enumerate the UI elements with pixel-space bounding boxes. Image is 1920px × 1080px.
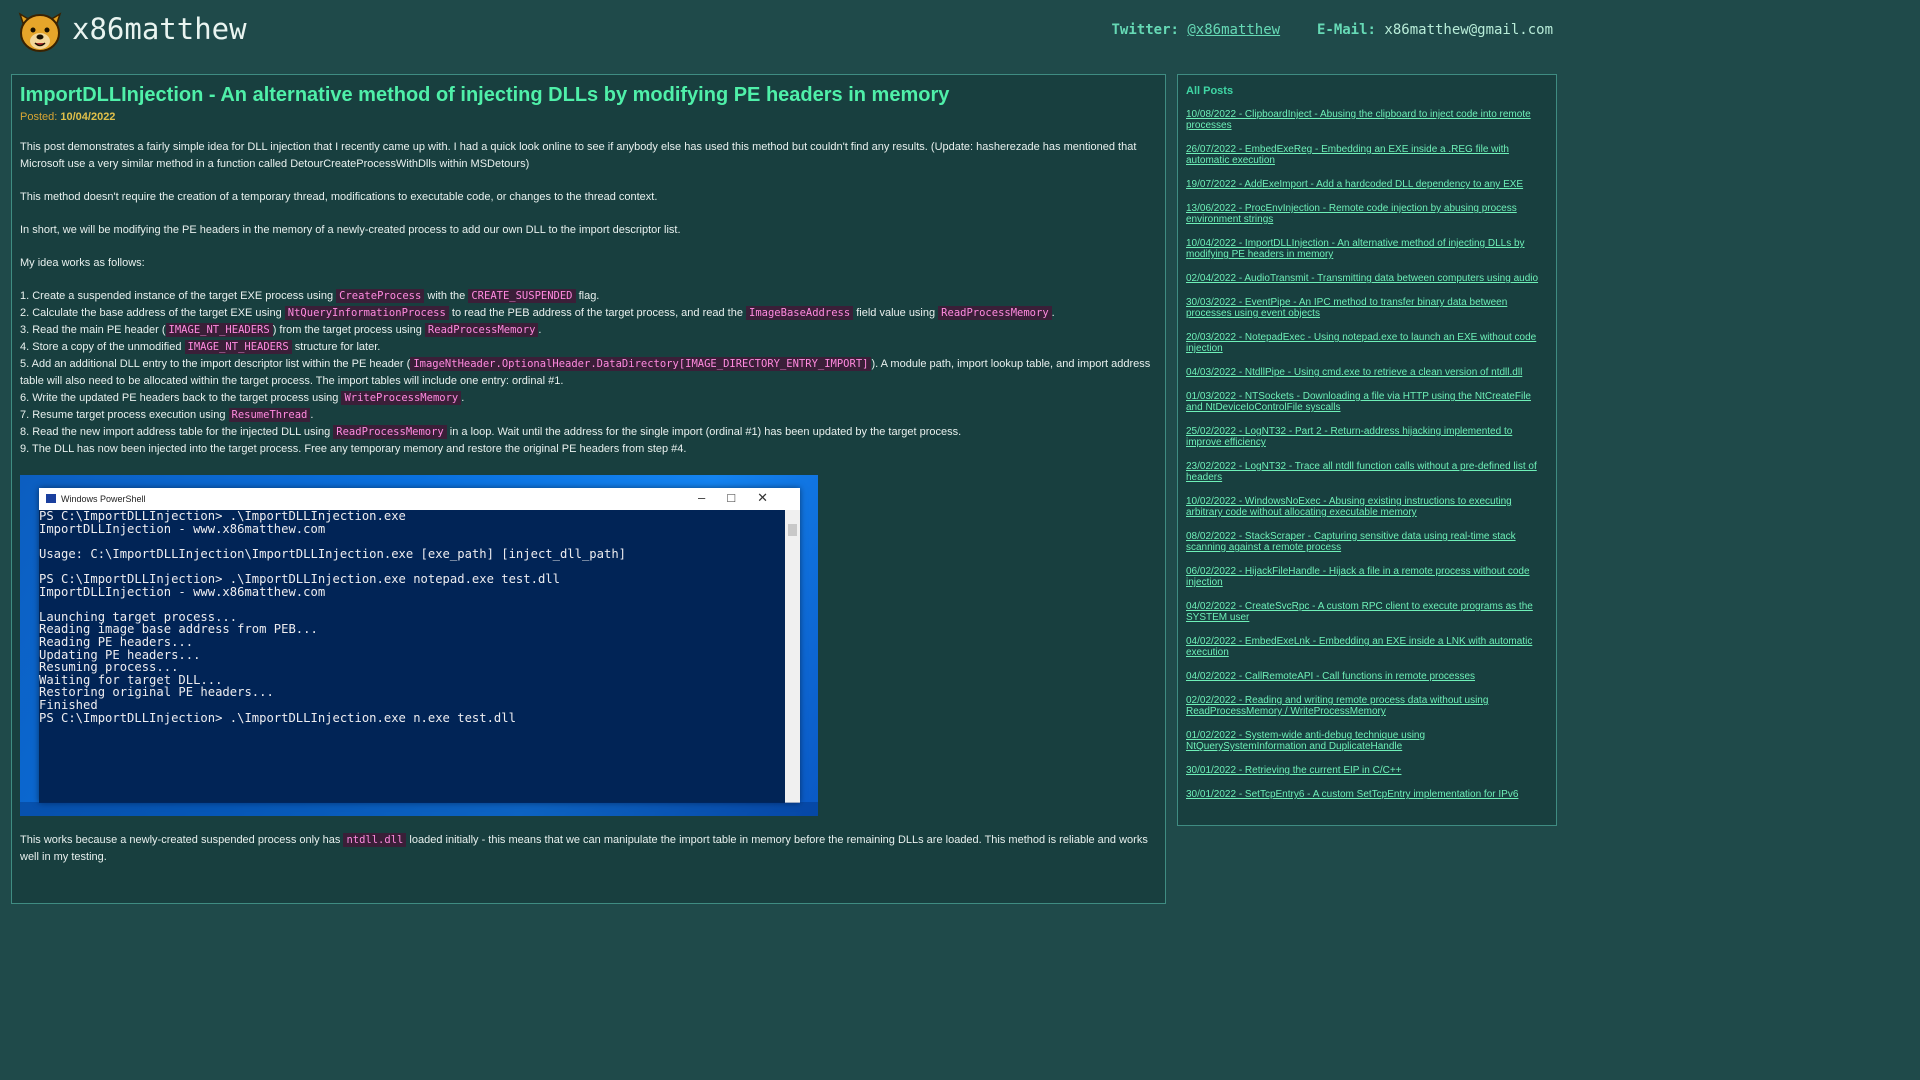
post-link[interactable]: 19/07/2022 - AddExeImport - Add a hardco… xyxy=(1186,179,1523,190)
post-link[interactable]: 08/02/2022 - StackScraper - Capturing se… xyxy=(1186,531,1516,553)
all-posts-sidebar: All Posts 10/08/2022 - ClipboardInject -… xyxy=(1177,74,1557,826)
site-header: x86matthew Twitter: @x86matthew E-Mail: … xyxy=(0,0,1568,64)
post-link[interactable]: 01/02/2022 - System-wide anti-debug tech… xyxy=(1186,730,1425,752)
step-item: 8. Read the new import address table for… xyxy=(20,425,962,439)
post-link[interactable]: 23/02/2022 - LogNT32 - Trace all ntdll f… xyxy=(1186,461,1537,483)
powershell-screenshot: Windows PowerShell –□✕ PS C:\ImportDLLIn… xyxy=(20,475,818,816)
post-link[interactable]: 10/02/2022 - WindowsNoExec - Abusing exi… xyxy=(1186,496,1512,518)
bear-logo-icon[interactable] xyxy=(16,8,64,54)
post-link[interactable]: 30/01/2022 - Retrieving the current EIP … xyxy=(1186,765,1402,776)
powershell-window: Windows PowerShell –□✕ PS C:\ImportDLLIn… xyxy=(39,488,800,803)
post-link[interactable]: 10/04/2022 - ImportDLLInjection - An alt… xyxy=(1186,238,1525,260)
post-list: 10/08/2022 - ClipboardInject - Abusing t… xyxy=(1186,109,1548,800)
step-item: 6. Write the updated PE headers back to … xyxy=(20,391,465,405)
intro-paragraph: This post demonstrates a fairly simple i… xyxy=(20,141,1137,170)
paragraph-3: In short, we will be modifying the PE he… xyxy=(20,224,681,236)
email-address: x86matthew@gmail.com xyxy=(1384,22,1553,38)
step-item: 2. Calculate the base address of the tar… xyxy=(20,306,1055,320)
paragraph-2: This method doesn't require the creation… xyxy=(20,191,658,203)
console-output: PS C:\ImportDLLInjection> .\ImportDLLInj… xyxy=(39,510,785,803)
post-link[interactable]: 04/03/2022 - NtdllPipe - Using cmd.exe t… xyxy=(1186,367,1522,378)
post-link[interactable]: 20/03/2022 - NotepadExec - Using notepad… xyxy=(1186,332,1536,354)
site-title[interactable]: x86matthew xyxy=(72,12,247,46)
post-link[interactable]: 04/02/2022 - EmbedExeLnk - Embedding an … xyxy=(1186,636,1532,658)
window-titlebar: Windows PowerShell –□✕ xyxy=(39,488,800,510)
step-item: 4. Store a copy of the unmodified IMAGE_… xyxy=(20,340,381,354)
post-link[interactable]: 02/04/2022 - AudioTransmit - Transmittin… xyxy=(1186,273,1538,284)
powershell-icon xyxy=(46,494,56,503)
post-link[interactable]: 04/02/2022 - CallRemoteAPI - Call functi… xyxy=(1186,671,1475,682)
step-item: 7. Resume target process execution using… xyxy=(20,408,314,422)
post-title: ImportDLLInjection - An alternative meth… xyxy=(20,84,950,106)
post-link[interactable]: 04/02/2022 - CreateSvcRpc - A custom RPC… xyxy=(1186,601,1533,623)
email-label: E-Mail: xyxy=(1316,22,1376,38)
console-scrollbar xyxy=(785,510,800,803)
post-link[interactable]: 26/07/2022 - EmbedExeReg - Embedding an … xyxy=(1186,144,1509,166)
post-link[interactable]: 02/02/2022 - Reading and writing remote … xyxy=(1186,695,1488,717)
step-item: 1. Create a suspended instance of the ta… xyxy=(20,289,600,303)
paragraph-5: This works because a newly-created suspe… xyxy=(20,833,1148,863)
post-link[interactable]: 13/06/2022 - ProcEnvInjection - Remote c… xyxy=(1186,203,1517,225)
window-controls: –□✕ xyxy=(698,490,790,505)
post-link[interactable]: 06/02/2022 - HijackFileHandle - Hijack a… xyxy=(1186,566,1530,588)
paragraph-4: My idea works as follows: xyxy=(20,257,145,269)
twitter-label: Twitter: xyxy=(1111,22,1179,38)
post-link[interactable]: 25/02/2022 - LogNT32 - Part 2 - Return-a… xyxy=(1186,426,1512,448)
posted-date: 10/04/2022 xyxy=(60,111,116,123)
post-date: Posted: 10/04/2022 xyxy=(20,111,1157,123)
twitter-link[interactable]: @x86matthew xyxy=(1187,22,1280,38)
post-link[interactable]: 10/08/2022 - ClipboardInject - Abusing t… xyxy=(1186,109,1531,131)
step-item: 9. The DLL has now been injected into th… xyxy=(20,443,687,455)
sidebar-title: All Posts xyxy=(1186,85,1234,97)
window-title: Windows PowerShell xyxy=(61,494,146,504)
post-link[interactable]: 30/03/2022 - EventPipe - An IPC method t… xyxy=(1186,297,1507,319)
article-panel: ImportDLLInjection - An alternative meth… xyxy=(11,74,1166,904)
posted-label: Posted: xyxy=(20,111,58,123)
post-link[interactable]: 30/01/2022 - SetTcpEntry6 - A custom Set… xyxy=(1186,789,1518,800)
step-item: 5. Add an additional DLL entry to the im… xyxy=(20,357,1151,387)
post-link[interactable]: 01/03/2022 - NTSockets - Downloading a f… xyxy=(1186,391,1531,413)
step-item: 3. Read the main PE header (IMAGE_NT_HEA… xyxy=(20,323,542,337)
contact-info: Twitter: @x86matthew E-Mail: x86matthew@… xyxy=(1112,22,1554,38)
steps-list: 1. Create a suspended instance of the ta… xyxy=(20,288,1157,458)
